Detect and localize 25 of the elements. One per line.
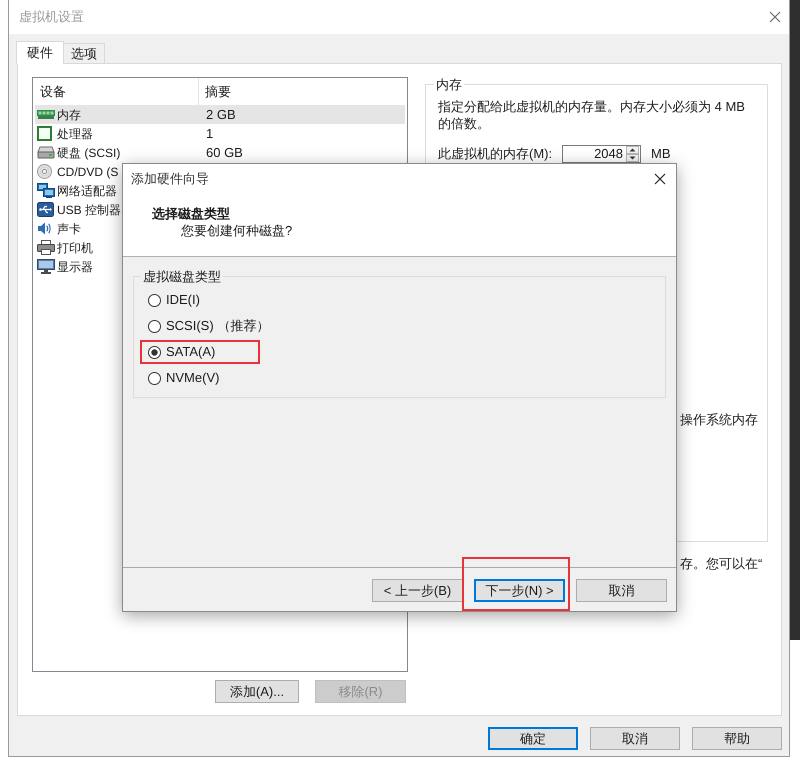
- device-name: 网络适配器: [57, 182, 117, 200]
- group-title: 虚拟磁盘类型: [141, 268, 223, 285]
- memory-note-text: 操作系统内存: [680, 411, 758, 428]
- device-name: 打印机: [57, 240, 93, 256]
- device-summary: 2 GB: [205, 106, 236, 124]
- column-header: 设备: [40, 82, 66, 101]
- device-name: 硬盘 (SCSI): [57, 144, 120, 162]
- device-name: 声卡: [57, 220, 81, 238]
- step-description: 您要创建何种磁盘?: [181, 222, 292, 239]
- dialog-title: 添加硬件向导: [131, 170, 209, 188]
- group-title: 内存: [434, 76, 464, 93]
- device-name: CD/DVD (S: [57, 164, 118, 180]
- description-text: 指定分配给此虚拟机的内存量。内存大小必须为 4 MB 的倍数。: [438, 98, 746, 132]
- device-name: 内存: [57, 106, 81, 124]
- device-name: 处理器: [57, 126, 93, 142]
- window-title: 虚拟机设置: [19, 8, 84, 26]
- field-label: 此虚拟机的内存(M):: [438, 145, 554, 164]
- unit-label: MB: [651, 145, 670, 164]
- step-heading: 选择磁盘类型: [152, 205, 230, 222]
- memory-note-text: 存。您可以在“: [680, 555, 762, 572]
- column-header: 摘要: [205, 82, 231, 101]
- device-summary: 60 GB: [205, 144, 243, 162]
- device-summary: 1: [205, 124, 214, 143]
- device-name: USB 控制器: [57, 202, 122, 218]
- device-name: 显示器: [57, 258, 93, 276]
